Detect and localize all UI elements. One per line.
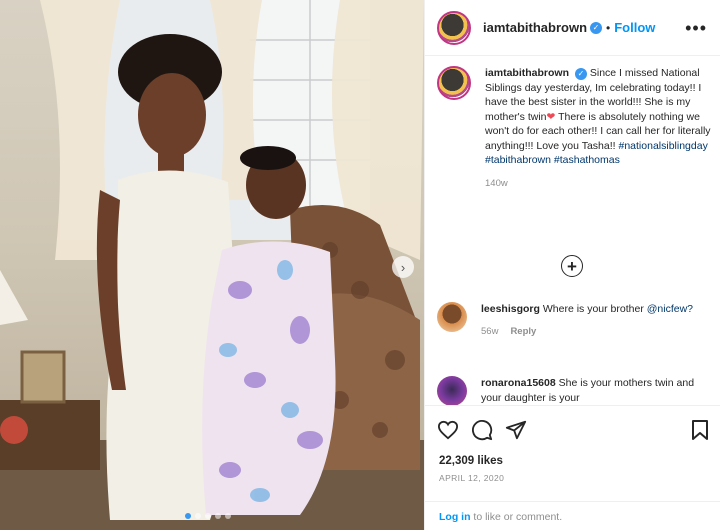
heart-emoji-icon: ❤: [546, 110, 556, 123]
comment-timestamp: 56w: [481, 325, 499, 337]
follow-button[interactable]: Follow: [614, 20, 655, 35]
likes-count[interactable]: 22,309 likes: [425, 444, 720, 467]
post-caption: iamtabithabrown ✓ Since I missed Nationa…: [437, 66, 713, 191]
caption-username[interactable]: iamtabithabrown: [485, 67, 569, 79]
carousel-dot: [225, 513, 231, 519]
comment-item: leeshisgorg Where is your brother @nicfe…: [437, 302, 713, 339]
carousel-next-icon[interactable]: ›: [392, 256, 414, 278]
share-send-icon[interactable]: [505, 419, 527, 441]
carousel-dot: [215, 513, 221, 519]
header-username[interactable]: iamtabithabrown: [483, 20, 587, 35]
comment-avatar[interactable]: [437, 302, 467, 332]
post-photo-illustration: [0, 0, 424, 530]
comment-username[interactable]: ronarona15608: [481, 377, 556, 389]
login-prompt: Log in to like or comment.: [425, 501, 720, 530]
load-more-comments-icon[interactable]: +: [561, 255, 583, 277]
carousel-dots: [185, 513, 231, 519]
comment-username[interactable]: leeshisgorg: [481, 303, 540, 315]
save-bookmark-icon[interactable]: [691, 419, 709, 441]
like-heart-icon[interactable]: [437, 420, 459, 440]
verified-badge-icon: ✓: [590, 21, 603, 34]
reply-button[interactable]: Reply: [510, 325, 536, 340]
carousel-dot: [195, 513, 201, 519]
action-icons: [425, 406, 720, 444]
more-options-icon[interactable]: •••: [685, 19, 707, 37]
caption-timestamp: 140w: [485, 177, 508, 189]
post-header: iamtabithabrown ✓ • Follow •••: [425, 0, 720, 56]
comment-bubble-icon[interactable]: [471, 419, 493, 441]
carousel-dot: [185, 513, 191, 519]
caption-avatar[interactable]: [437, 66, 471, 100]
post-photo[interactable]: ›: [0, 0, 424, 530]
comment-meta: 56w Reply: [481, 325, 711, 340]
verified-badge-icon: ✓: [574, 68, 587, 81]
post-date: APRIL 12, 2020: [439, 473, 505, 483]
avatar[interactable]: [437, 10, 471, 45]
carousel-dot: [205, 513, 211, 519]
comment-body: ronarona15608 She is your mothers twin a…: [481, 376, 711, 406]
post-side-panel: iamtabithabrown ✓ • Follow ••• iamtabith…: [424, 0, 720, 530]
comment-mention[interactable]: @nicfew?: [647, 303, 693, 315]
caption-body: iamtabithabrown ✓ Since I missed Nationa…: [485, 66, 713, 191]
comment-item: ronarona15608 She is your mothers twin a…: [437, 376, 713, 406]
login-link[interactable]: Log in: [439, 511, 471, 523]
header-separator: •: [606, 20, 611, 35]
comment-body: leeshisgorg Where is your brother @nicfe…: [481, 302, 711, 339]
comment-text: Where is your brother: [542, 303, 644, 315]
comment-avatar[interactable]: [437, 376, 467, 406]
post-actions: 22,309 likes APRIL 12, 2020 Log in to li…: [425, 405, 720, 530]
login-text: to like or comment.: [473, 511, 563, 523]
